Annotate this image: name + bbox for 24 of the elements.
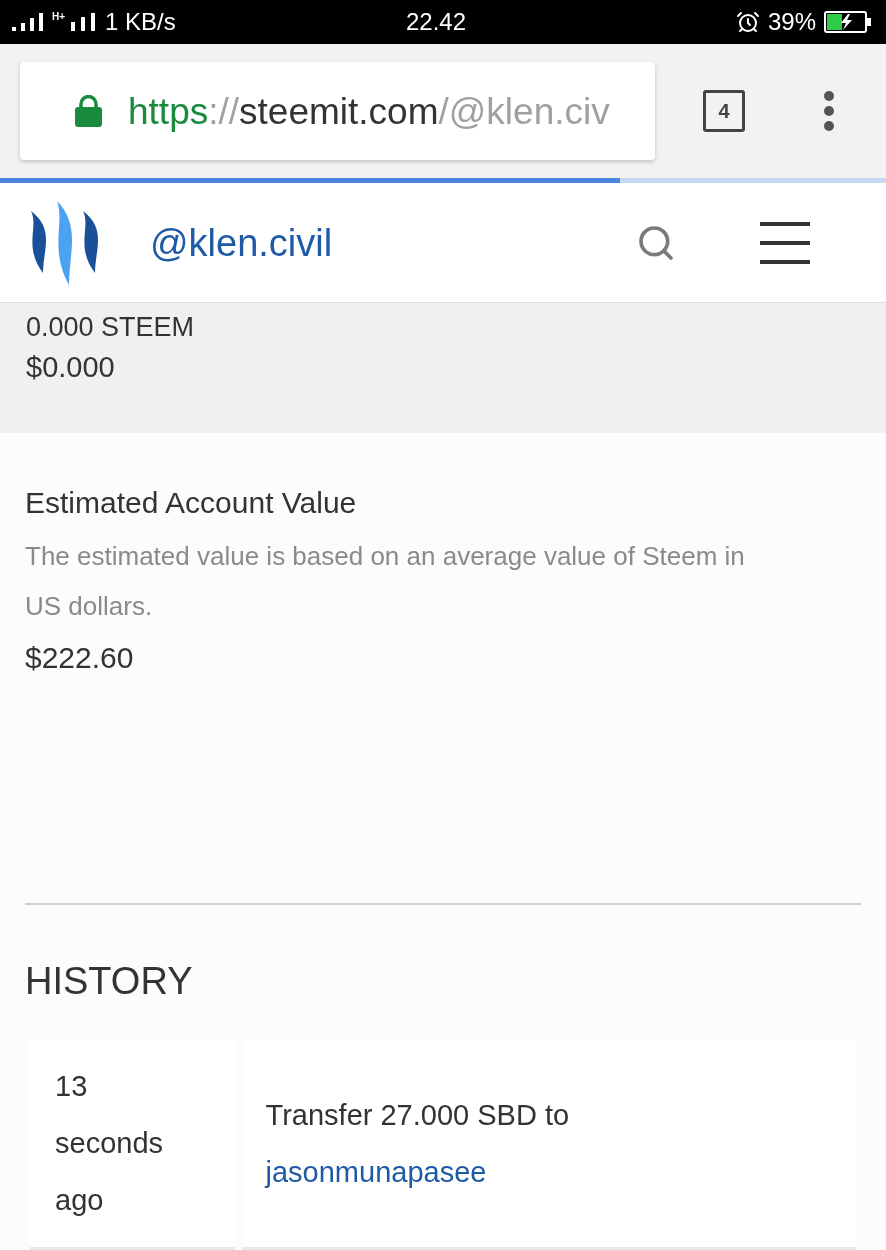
network-type: H+ xyxy=(52,12,66,22)
menu-icon[interactable] xyxy=(760,221,810,264)
transaction-description: Transfer 27.000 SBD to jasonmunapasee xyxy=(265,1097,571,1190)
signal-icon xyxy=(12,13,46,31)
section-title: Estimated Account Value xyxy=(25,485,358,521)
clock-time: 22.42 xyxy=(406,10,467,34)
url-text: https://steemit.com/@klen.civ xyxy=(128,92,610,130)
tab-switcher-button[interactable]: 4 xyxy=(703,90,745,132)
section-description: The estimated value is based on an average value of Steem in US dollars. xyxy=(25,540,746,623)
recipient-link[interactable]: jasonmunapasee xyxy=(265,1155,487,1188)
usd-balance: $0.000 xyxy=(26,350,116,385)
lock-icon xyxy=(75,95,102,127)
history-heading: HISTORY xyxy=(25,959,194,1004)
battery-percent: 39% xyxy=(767,10,816,34)
account-username[interactable]: @klen.civil xyxy=(150,223,333,262)
more-options-icon[interactable] xyxy=(823,90,835,132)
steem-balance: 0.000 STEEM xyxy=(26,311,196,344)
account-value: $222.60 xyxy=(25,640,135,676)
address-bar[interactable]: https://steemit.com/@klen.civ xyxy=(20,62,655,160)
network-speed: 1 KB/s xyxy=(105,10,176,34)
battery-charging-icon xyxy=(824,11,872,33)
transaction-time: 13 seconds ago xyxy=(55,1069,164,1218)
signal-icon xyxy=(71,13,98,31)
alarm-icon xyxy=(735,10,760,34)
